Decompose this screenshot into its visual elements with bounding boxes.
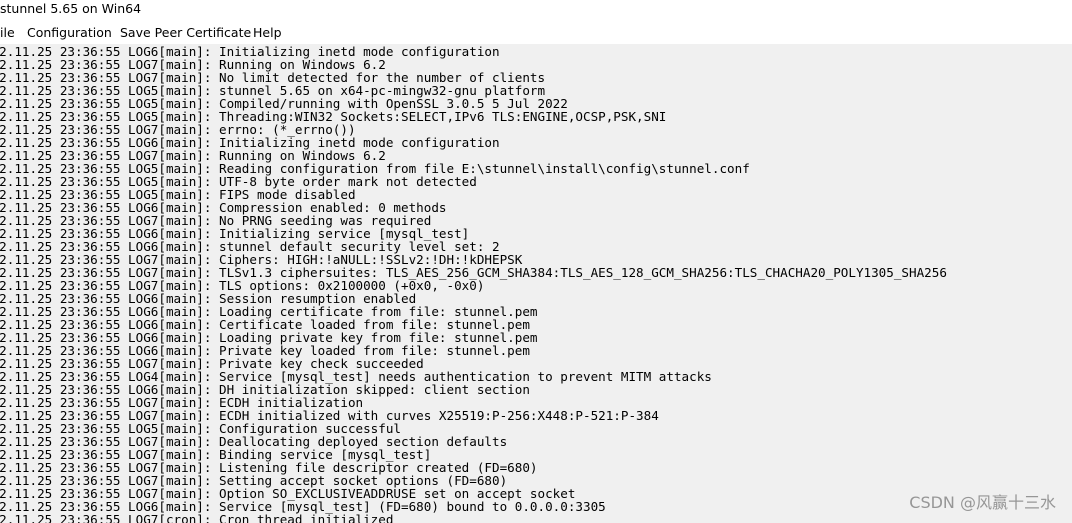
- menu-configuration[interactable]: Configuration: [27, 25, 112, 41]
- window-title: stunnel 5.65 on Win64: [0, 1, 142, 16]
- log-line: 022.11.25 23:36:55 LOG7[cron]: Cron thre…: [0, 512, 394, 523]
- csdn-watermark: CSDN @风赢十三水: [909, 493, 1056, 512]
- stunnel-window: stunnel 5.65 on Win64 ile Configuration …: [0, 0, 1072, 523]
- menu-help[interactable]: Help: [253, 25, 282, 41]
- menu-save-peer-certificate[interactable]: Save Peer Certificate: [120, 25, 251, 41]
- menu-file[interactable]: ile: [0, 25, 15, 41]
- log-output-area[interactable]: 022.11.25 23:36:55 LOG6[main]: Initializ…: [0, 44, 1072, 523]
- title-bar[interactable]: stunnel 5.65 on Win64: [0, 0, 1072, 20]
- menu-bar: ile Configuration Save Peer Certificate …: [0, 23, 1072, 45]
